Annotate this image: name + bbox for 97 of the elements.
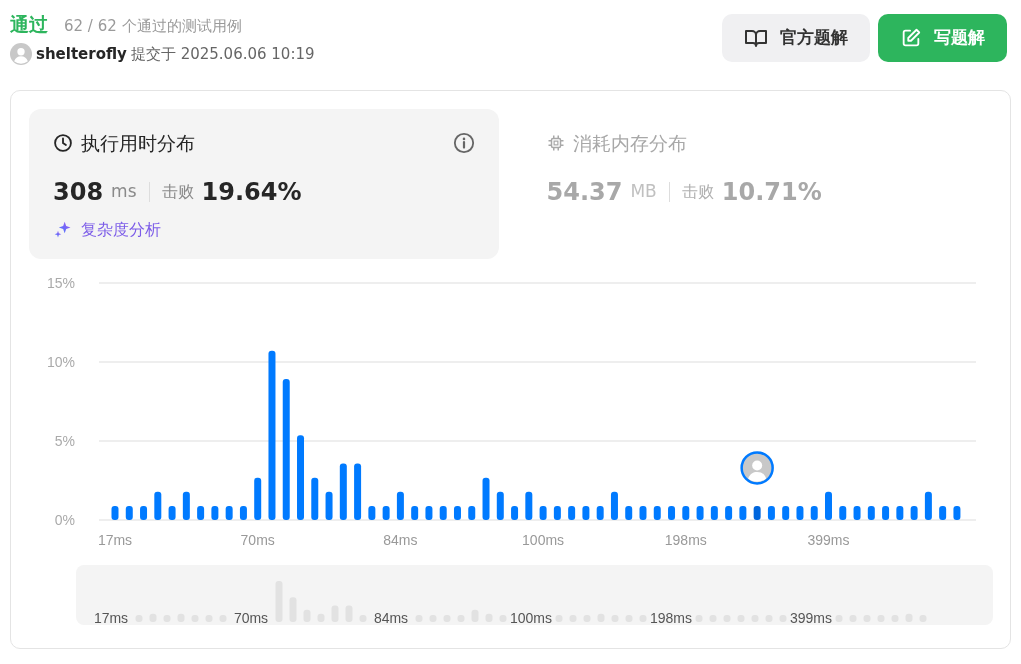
chip-icon xyxy=(546,134,565,153)
navigator-label: 100ms xyxy=(510,610,552,625)
histogram-bar[interactable] xyxy=(339,463,347,520)
navigator-label: 399ms xyxy=(790,610,832,625)
histogram-bar[interactable] xyxy=(211,505,219,520)
unit-text: ms xyxy=(111,179,137,203)
histogram-bar[interactable] xyxy=(168,505,176,520)
histogram-bar[interactable] xyxy=(596,505,604,520)
histogram-bar[interactable] xyxy=(710,505,718,520)
submitted-time: 提交于 2025.06.06 10:19 xyxy=(130,43,315,65)
histogram-bar[interactable] xyxy=(767,505,775,520)
histogram-bar[interactable] xyxy=(696,505,704,520)
histogram-bar[interactable] xyxy=(896,505,904,520)
navigator-label: 17ms xyxy=(93,610,129,625)
histogram-bar[interactable] xyxy=(454,505,461,520)
histogram-bar[interactable] xyxy=(939,505,947,520)
histogram-bar[interactable] xyxy=(197,505,205,520)
histogram-bar[interactable] xyxy=(525,491,533,520)
histogram-bar[interactable] xyxy=(496,491,504,520)
histogram-bar[interactable] xyxy=(482,477,490,520)
histogram-bar[interactable] xyxy=(739,505,747,520)
value-text: 308 xyxy=(53,176,104,208)
histogram-bar[interactable] xyxy=(154,491,162,520)
histogram-bar[interactable] xyxy=(882,505,890,520)
memory-title: 消耗内存分布 xyxy=(572,131,687,156)
x-axis-label: 399ms xyxy=(807,532,850,548)
histogram-bar[interactable] xyxy=(282,378,290,520)
histogram-bar[interactable] xyxy=(639,505,647,520)
status-text: 通过 xyxy=(10,12,48,37)
histogram-bar[interactable] xyxy=(753,505,761,520)
y-axis-label: 5% xyxy=(54,433,75,449)
histogram-bar[interactable] xyxy=(511,505,519,520)
y-axis-label: 15% xyxy=(46,275,75,291)
histogram-bar[interactable] xyxy=(582,505,590,520)
beats-label: 击败 xyxy=(681,180,714,203)
unit-text: MB xyxy=(630,179,657,203)
x-axis-label: 17ms xyxy=(97,532,133,548)
histogram-bar[interactable] xyxy=(568,505,576,520)
histogram-bar[interactable] xyxy=(354,463,362,520)
histogram-bar[interactable] xyxy=(924,491,932,520)
runtime-tab[interactable]: 执行用时分布 308 ms 击败 19.64% 复杂度分析 xyxy=(29,109,499,259)
histogram-bar[interactable] xyxy=(782,505,790,520)
complexity-analysis-link[interactable]: 复杂度分析 xyxy=(81,217,161,242)
info-icon xyxy=(452,132,475,155)
histogram-bar[interactable] xyxy=(553,505,561,520)
avatar-marker-icon xyxy=(740,451,774,485)
histogram-bar[interactable] xyxy=(610,491,618,520)
beats-percent: 10.71% xyxy=(721,176,822,208)
histogram-bar[interactable] xyxy=(682,505,690,520)
histogram-bar[interactable] xyxy=(468,505,476,520)
histogram-bar[interactable] xyxy=(411,505,419,520)
histogram-bar[interactable] xyxy=(111,505,119,520)
avatar-icon xyxy=(10,42,32,65)
histogram-bar[interactable] xyxy=(325,491,333,520)
histogram-bar[interactable] xyxy=(182,491,190,520)
runtime-title: 执行用时分布 xyxy=(81,131,195,156)
histogram-bar[interactable] xyxy=(439,505,447,520)
navigator-label: 84ms xyxy=(373,610,409,625)
histogram-bar[interactable] xyxy=(668,505,676,520)
histogram-bar[interactable] xyxy=(725,505,733,520)
histogram-bar[interactable] xyxy=(625,505,633,520)
histogram-bar[interactable] xyxy=(382,505,390,520)
histogram-bar[interactable] xyxy=(311,477,319,520)
histogram-bar[interactable] xyxy=(796,505,804,520)
histogram-bar[interactable] xyxy=(239,505,247,520)
histogram-bar[interactable] xyxy=(810,505,818,520)
navigator-label: 70ms xyxy=(233,610,269,625)
navigator-label: 198ms xyxy=(650,610,692,625)
histogram-bar[interactable] xyxy=(825,491,832,520)
clock-icon xyxy=(53,133,73,154)
y-axis-label: 0% xyxy=(54,512,75,528)
x-axis-label: 198ms xyxy=(664,532,707,548)
histogram-bar[interactable] xyxy=(853,505,861,520)
histogram-bar[interactable] xyxy=(140,505,148,520)
histogram-bar[interactable] xyxy=(839,505,847,520)
histogram-bar[interactable] xyxy=(125,505,133,520)
histogram-bar[interactable] xyxy=(953,505,961,520)
x-axis-label: 100ms xyxy=(522,532,565,548)
username-link[interactable]: shelterofly xyxy=(36,42,127,65)
edit-icon xyxy=(900,27,922,49)
histogram-bar[interactable] xyxy=(368,505,376,520)
x-axis-label: 84ms xyxy=(383,532,418,548)
beats-label: 击败 xyxy=(161,180,194,203)
histogram-bar[interactable] xyxy=(653,505,661,520)
beats-percent: 19.64% xyxy=(201,176,302,208)
histogram-bar[interactable] xyxy=(254,477,262,520)
value-text: 54.37 xyxy=(546,176,623,208)
histogram-bar[interactable] xyxy=(910,505,918,520)
histogram-bar[interactable] xyxy=(425,505,433,520)
y-axis-label: 10% xyxy=(46,354,75,370)
histogram-bar[interactable] xyxy=(225,505,233,520)
histogram-bar[interactable] xyxy=(867,505,875,520)
histogram-bar[interactable] xyxy=(396,491,404,520)
x-axis-label: 70ms xyxy=(240,532,275,548)
official-solution-button[interactable]: 官方题解 xyxy=(722,14,870,62)
histogram-bar[interactable] xyxy=(539,505,547,520)
test-cases-text: 62 / 62 个通过的测试用例 xyxy=(64,16,242,37)
